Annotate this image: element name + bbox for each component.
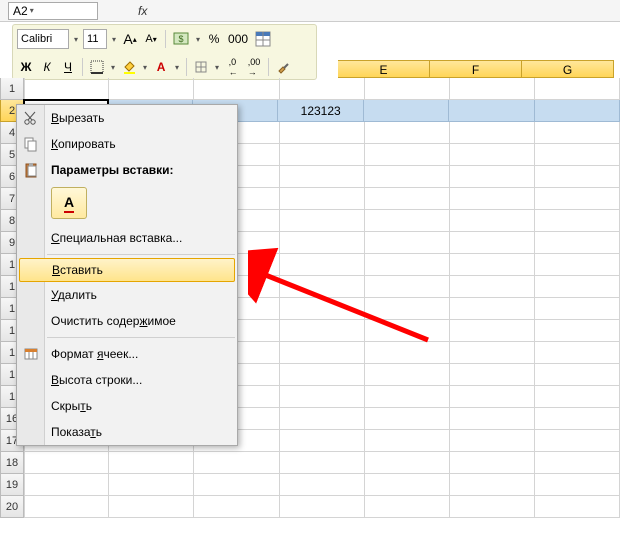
menu-show[interactable]: Показать bbox=[17, 419, 237, 445]
grid-icon bbox=[194, 60, 208, 74]
format-painter-button[interactable] bbox=[274, 57, 292, 77]
font-name-dropdown-icon[interactable]: ▾ bbox=[72, 35, 80, 44]
clipboard-icon bbox=[21, 160, 41, 180]
borders-dropdown-icon[interactable]: ▾ bbox=[213, 63, 221, 72]
fx-label: fx bbox=[138, 4, 147, 18]
row-header[interactable]: 20 bbox=[0, 496, 24, 518]
menu-insert[interactable]: Вставить bbox=[19, 258, 235, 282]
font-size-combo[interactable]: 11 bbox=[83, 29, 107, 49]
menu-label: Очистить содержимое bbox=[51, 314, 176, 328]
formula-bar-row: A2 ▾ fx bbox=[0, 0, 620, 22]
brush-icon bbox=[276, 60, 290, 74]
grow-font-button[interactable]: A▴ bbox=[121, 29, 139, 49]
scissors-icon bbox=[21, 108, 41, 128]
cell-with-value[interactable]: 123123 bbox=[278, 100, 363, 122]
menu-label: Специальная вставка... bbox=[51, 231, 182, 245]
currency-icon: $ bbox=[173, 31, 189, 47]
column-header-e[interactable]: E bbox=[338, 60, 430, 78]
paste-options-row: A bbox=[17, 183, 237, 225]
column-header-g[interactable]: G bbox=[522, 60, 614, 78]
decrease-decimal-button[interactable]: ,0← bbox=[224, 57, 242, 77]
row-context-menu: Вырезать Копировать Параметры вставки: A… bbox=[16, 104, 238, 446]
italic-button[interactable]: К bbox=[38, 57, 56, 77]
menu-cut[interactable]: Вырезать bbox=[17, 105, 237, 131]
font-name-combo[interactable]: Calibri bbox=[17, 29, 69, 49]
menu-label: Вставить bbox=[52, 263, 103, 277]
shrink-font-button[interactable]: A▾ bbox=[142, 29, 160, 49]
menu-label: Показать bbox=[51, 425, 102, 439]
font-color-dropdown-icon[interactable]: ▾ bbox=[173, 63, 181, 72]
svg-text:$: $ bbox=[179, 34, 184, 44]
menu-row-height[interactable]: Высота строки... bbox=[17, 367, 237, 393]
row-header[interactable]: 18 bbox=[0, 452, 24, 474]
menu-delete[interactable]: Удалить bbox=[17, 282, 237, 308]
increase-decimal-button[interactable]: ,00→ bbox=[245, 57, 263, 77]
menu-label: Скрыть bbox=[51, 399, 92, 413]
paint-bucket-icon bbox=[122, 60, 136, 74]
format-cells-icon bbox=[21, 344, 41, 364]
column-headers: E F G bbox=[338, 22, 620, 78]
menu-copy[interactable]: Копировать bbox=[17, 131, 237, 157]
name-box-value: A2 bbox=[13, 4, 28, 18]
borders-button[interactable] bbox=[192, 57, 210, 77]
menu-label: Параметры вставки: bbox=[51, 163, 174, 177]
conditional-format-button[interactable] bbox=[253, 29, 273, 49]
menu-paste-options-label: Параметры вставки: bbox=[17, 157, 237, 183]
border-icon bbox=[90, 60, 104, 74]
border-dropdown-icon[interactable]: ▾ bbox=[109, 63, 117, 72]
fill-color-button[interactable] bbox=[120, 57, 138, 77]
column-header-f[interactable]: F bbox=[430, 60, 522, 78]
menu-paste-special[interactable]: Специальная вставка... bbox=[17, 225, 237, 251]
menu-label: Формат ячеек... bbox=[51, 347, 138, 361]
name-box-dropdown-icon[interactable]: ▾ bbox=[28, 6, 36, 15]
font-size-dropdown-icon[interactable]: ▾ bbox=[110, 35, 118, 44]
row-header[interactable]: 1 bbox=[0, 78, 24, 100]
menu-label: Удалить bbox=[51, 288, 97, 302]
paste-option-values[interactable]: A bbox=[51, 187, 87, 219]
mini-toolbar: Calibri ▾ 11 ▾ A▴ A▾ $ ▾ % 000 Ж К Ч ▾ ▾… bbox=[12, 24, 317, 80]
percent-button[interactable]: % bbox=[205, 29, 223, 49]
currency-button[interactable]: $ bbox=[171, 29, 191, 49]
fill-dropdown-icon[interactable]: ▾ bbox=[141, 63, 149, 72]
menu-label: Вырезать bbox=[51, 111, 104, 125]
menu-label: Высота строки... bbox=[51, 373, 142, 387]
currency-dropdown-icon[interactable]: ▾ bbox=[194, 35, 202, 44]
menu-hide[interactable]: Скрыть bbox=[17, 393, 237, 419]
bold-button[interactable]: Ж bbox=[17, 57, 35, 77]
cell[interactable] bbox=[24, 78, 109, 100]
copy-icon bbox=[21, 134, 41, 154]
table-format-icon bbox=[255, 31, 271, 47]
menu-format-cells[interactable]: Формат ячеек... bbox=[17, 341, 237, 367]
name-box[interactable]: A2 ▾ bbox=[8, 2, 98, 20]
border-button[interactable] bbox=[88, 57, 106, 77]
underline-button[interactable]: Ч bbox=[59, 57, 77, 77]
menu-label: Копировать bbox=[51, 137, 116, 151]
menu-clear-contents[interactable]: Очистить содержимое bbox=[17, 308, 237, 334]
font-color-button[interactable]: A bbox=[152, 57, 170, 77]
comma-style-button[interactable]: 000 bbox=[226, 29, 250, 49]
row-header[interactable]: 19 bbox=[0, 474, 24, 496]
